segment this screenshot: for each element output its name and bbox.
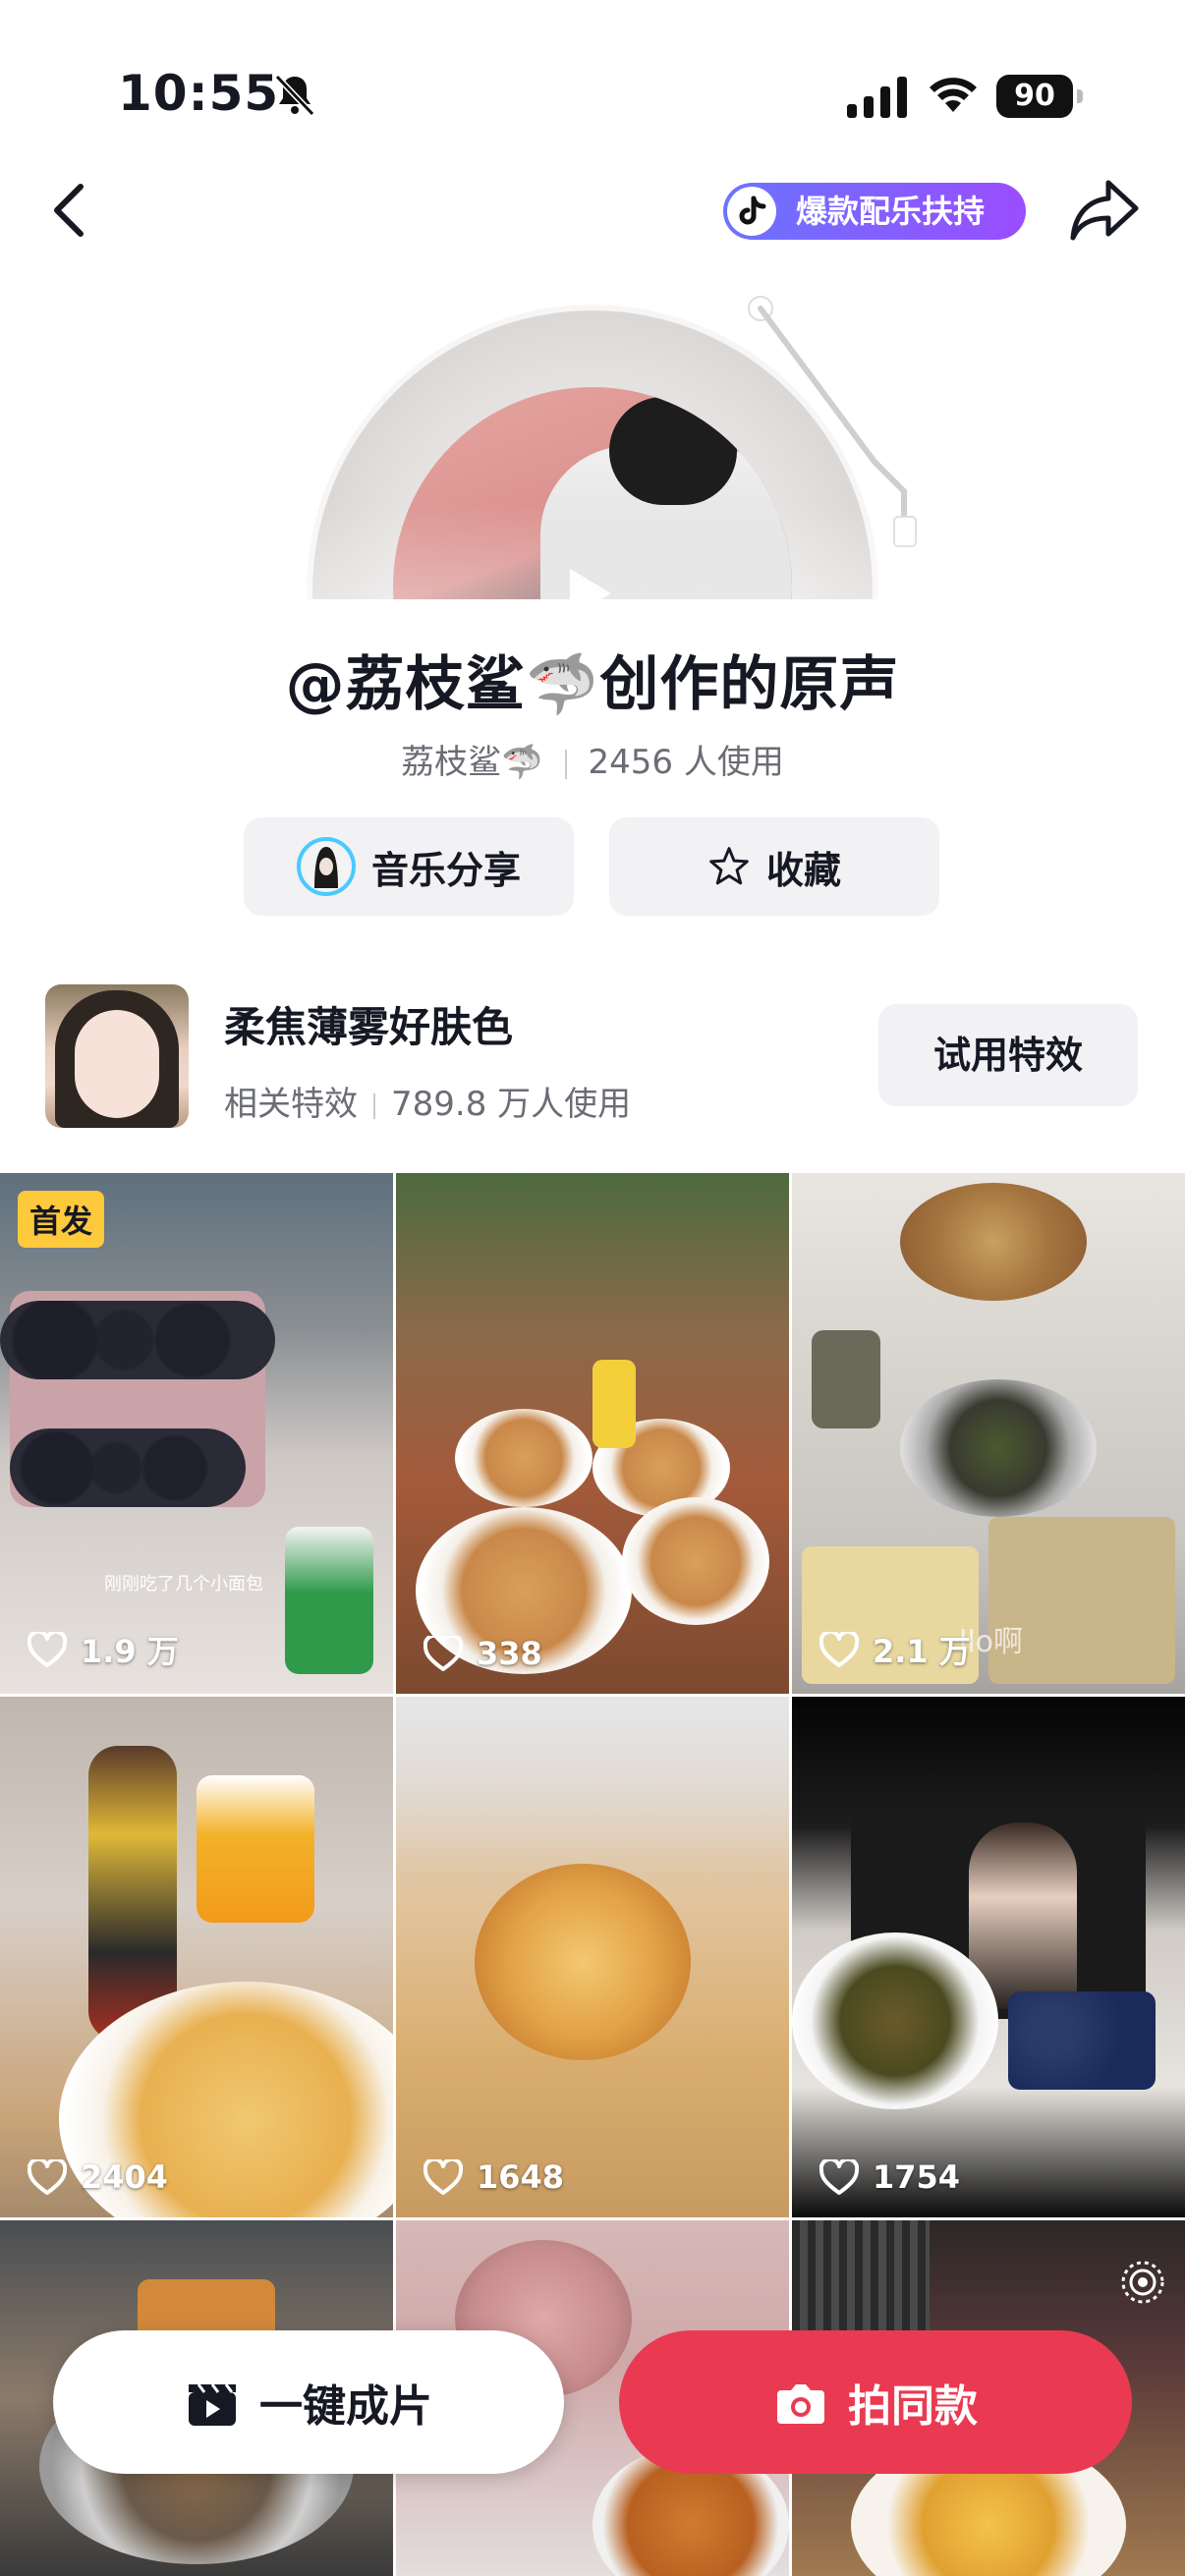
like-count: 1648 — [423, 2158, 564, 2196]
cellular-signal-icon — [847, 77, 907, 118]
try-effect-button[interactable]: 试用特效 — [878, 1004, 1138, 1106]
promo-music-support-button[interactable]: 爆款配乐扶持 — [723, 183, 1026, 240]
status-time: 10:55 — [118, 65, 280, 122]
clapperboard-icon — [189, 2383, 236, 2426]
one-click-label: 一键成片 — [259, 2381, 432, 2432]
video-tile[interactable]: 338 — [396, 1173, 789, 1694]
tiktok-logo-icon — [727, 187, 776, 236]
favorite-label: 收藏 — [765, 848, 841, 892]
video-tile[interactable]: 1754 — [792, 1697, 1185, 2217]
video-caption: 刚刚吃了几个小面包 — [104, 1574, 263, 1595]
music-record-player — [0, 285, 1185, 599]
like-count: 1754 — [819, 2158, 960, 2196]
music-share-label: 音乐分享 — [370, 848, 521, 892]
camera-icon — [777, 2384, 824, 2424]
music-usage-count: 2456 人使用 — [588, 743, 784, 782]
video-tile[interactable]: 1648 — [396, 1697, 789, 2217]
like-count: 338 — [423, 1635, 542, 1672]
battery-indicator: 90 — [996, 75, 1085, 118]
effect-name[interactable]: 柔焦薄雾好肤色 — [224, 994, 513, 1054]
effect-usage: 789.8 万人使用 — [391, 1085, 632, 1124]
divider — [564, 749, 567, 779]
one-click-create-button[interactable]: 一键成片 — [53, 2330, 564, 2474]
favorite-button[interactable]: 收藏 — [609, 817, 939, 916]
share-arrow-icon[interactable] — [1067, 177, 1142, 244]
shoot-same-button[interactable]: 拍同款 — [619, 2330, 1132, 2474]
music-title: @荔枝鲨🦈创作的原声 — [285, 650, 900, 719]
battery-level: 90 — [996, 75, 1073, 118]
video-tile[interactable]: 2404 — [0, 1697, 393, 2217]
like-count: 2404 — [28, 2158, 168, 2196]
shoot-same-label: 拍同款 — [848, 2381, 978, 2432]
avatar-icon — [296, 837, 356, 896]
star-icon — [709, 847, 749, 885]
heart-icon — [28, 2159, 67, 2195]
music-meta: 荔枝鲨🦈 2456 人使用 — [0, 735, 1185, 783]
heart-icon — [423, 2159, 463, 2195]
heart-icon — [423, 1636, 463, 1671]
first-release-badge: 首发 — [18, 1191, 105, 1248]
heart-icon — [819, 1632, 859, 1667]
promo-label: 爆款配乐扶持 — [796, 193, 986, 230]
camera-lens-icon — [1121, 2261, 1164, 2304]
like-count: 2.1 万 — [819, 1627, 971, 1672]
effect-thumbnail[interactable] — [45, 984, 189, 1128]
like-count: 1.9 万 — [28, 1627, 179, 1672]
mute-bell-icon — [274, 74, 315, 117]
video-tile[interactable]: llo啊 2.1 万 — [792, 1173, 1185, 1694]
music-author[interactable]: 荔枝鲨🦈 — [401, 743, 542, 782]
video-tile[interactable]: 刚刚吃了几个小面包 首发 1.9 万 — [0, 1173, 393, 1694]
wifi-icon — [930, 78, 977, 112]
heart-icon — [819, 2159, 859, 2195]
back-arrow-icon[interactable] — [43, 179, 98, 242]
effect-category: 相关特效 — [224, 1085, 358, 1124]
effect-meta: 相关特效 789.8 万人使用 — [224, 1077, 631, 1125]
music-share-button[interactable]: 音乐分享 — [244, 817, 574, 916]
heart-icon — [28, 1632, 67, 1667]
divider — [373, 1092, 375, 1119]
